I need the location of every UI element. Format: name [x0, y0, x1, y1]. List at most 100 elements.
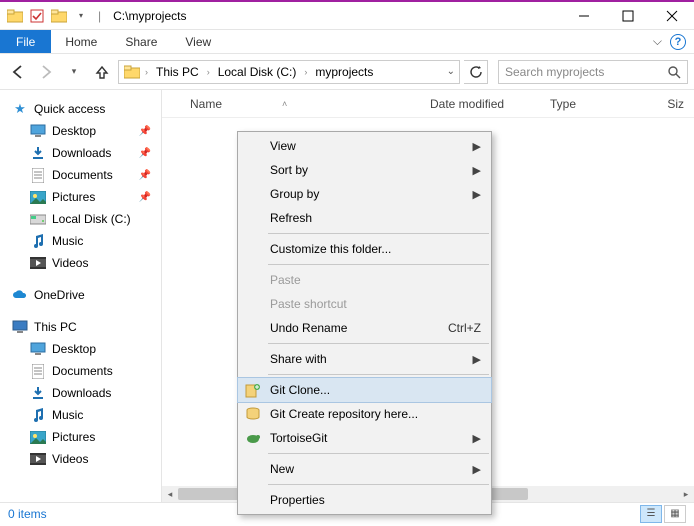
- back-button[interactable]: [6, 60, 30, 84]
- tree-label: Quick access: [34, 102, 105, 116]
- download-icon: [30, 385, 46, 401]
- ctx-label: View: [270, 139, 296, 153]
- title-separator: |: [94, 9, 105, 23]
- ctx-undo-rename[interactable]: Undo RenameCtrl+Z: [238, 316, 491, 340]
- ctx-git-create-repo[interactable]: Git Create repository here...: [238, 402, 491, 426]
- tree-label: Videos: [52, 452, 88, 466]
- file-tab[interactable]: File: [0, 30, 51, 53]
- tab-view[interactable]: View: [171, 30, 225, 53]
- column-date[interactable]: Date modified: [422, 97, 542, 111]
- submenu-arrow-icon: ▶: [473, 140, 481, 153]
- ctx-label: Refresh: [270, 211, 312, 225]
- sort-indicator-icon: ˄: [282, 99, 287, 109]
- tree-item-pictures[interactable]: Pictures📌: [8, 186, 161, 208]
- ctx-refresh[interactable]: Refresh: [238, 206, 491, 230]
- ctx-customize-folder[interactable]: Customize this folder...: [238, 237, 491, 261]
- video-icon: [30, 451, 46, 467]
- address-folder-icon: [123, 63, 141, 81]
- ctx-group-by[interactable]: Group by▶: [238, 182, 491, 206]
- ctx-properties[interactable]: Properties: [238, 488, 491, 512]
- ctx-git-clone[interactable]: Git Clone...: [238, 378, 491, 402]
- up-button[interactable]: [90, 60, 114, 84]
- shortcut-text: Ctrl+Z: [448, 321, 481, 335]
- pin-icon: 📌: [139, 148, 161, 159]
- address-dropdown-icon[interactable]: ⌄: [447, 66, 455, 77]
- refresh-button[interactable]: [464, 60, 488, 84]
- video-icon: [30, 255, 46, 271]
- disk-icon: [30, 211, 46, 227]
- ctx-label: Paste shortcut: [270, 297, 347, 311]
- tree-item-documents[interactable]: Documents📌: [8, 164, 161, 186]
- tree-item-videos[interactable]: Videos: [8, 252, 161, 274]
- ctx-label: Properties: [270, 493, 325, 507]
- qat: ▾ | C:\myprojects: [0, 9, 186, 23]
- chevron-right-icon[interactable]: ›: [302, 67, 309, 77]
- tree-item-local-disk-c-[interactable]: Local Disk (C:): [8, 208, 161, 230]
- qat-properties-icon[interactable]: [28, 9, 46, 23]
- tree-item-music[interactable]: Music: [8, 404, 161, 426]
- ctx-label: Paste: [270, 273, 301, 287]
- ctx-label: Customize this folder...: [270, 242, 391, 256]
- recent-locations-button[interactable]: ▾: [62, 60, 86, 84]
- search-icon[interactable]: [667, 65, 681, 79]
- tab-share[interactable]: Share: [111, 30, 171, 53]
- forward-button[interactable]: [34, 60, 58, 84]
- tree-quick-access[interactable]: ★ Quick access: [8, 98, 161, 120]
- scroll-left-icon[interactable]: ◂: [162, 486, 178, 502]
- address-bar[interactable]: › This PC › Local Disk (C:) › myprojects…: [118, 60, 460, 84]
- maximize-button[interactable]: [606, 2, 650, 30]
- submenu-arrow-icon: ▶: [473, 432, 481, 445]
- scroll-right-icon[interactable]: ▸: [678, 486, 694, 502]
- tree-item-music[interactable]: Music: [8, 230, 161, 252]
- tree-label: Music: [52, 408, 83, 422]
- tree-item-downloads[interactable]: Downloads📌: [8, 142, 161, 164]
- tree-label: Pictures: [52, 430, 95, 444]
- tree-item-desktop[interactable]: Desktop: [8, 338, 161, 360]
- tree-label: OneDrive: [34, 288, 85, 302]
- tree-label: Desktop: [52, 342, 96, 356]
- tree-this-pc[interactable]: This PC: [8, 316, 161, 338]
- help-icon[interactable]: ?: [670, 34, 686, 50]
- breadcrumb[interactable]: myprojects: [311, 65, 377, 79]
- column-type[interactable]: Type: [542, 97, 642, 111]
- download-icon: [30, 145, 46, 161]
- qat-dropdown-icon[interactable]: ▾: [72, 11, 90, 20]
- tree-item-videos[interactable]: Videos: [8, 448, 161, 470]
- music-icon: [30, 407, 46, 423]
- ribbon-expand-icon[interactable]: ⌵: [645, 30, 670, 53]
- tree-label: Downloads: [52, 386, 111, 400]
- tree-item-documents[interactable]: Documents: [8, 360, 161, 382]
- tree-item-downloads[interactable]: Downloads: [8, 382, 161, 404]
- tab-home[interactable]: Home: [51, 30, 111, 53]
- chevron-right-icon[interactable]: ›: [205, 67, 212, 77]
- separator: [268, 264, 489, 265]
- ctx-label: Git Create repository here...: [270, 407, 418, 421]
- pictures-icon: [30, 429, 46, 445]
- minimize-button[interactable]: [562, 2, 606, 30]
- ctx-share-with[interactable]: Share with▶: [238, 347, 491, 371]
- column-name[interactable]: Name ˄: [182, 97, 422, 111]
- chevron-right-icon[interactable]: ›: [143, 67, 150, 77]
- breadcrumb[interactable]: This PC: [152, 65, 203, 79]
- tree-onedrive[interactable]: OneDrive: [8, 284, 161, 306]
- column-size[interactable]: Siz: [642, 97, 694, 111]
- breadcrumb[interactable]: Local Disk (C:): [214, 65, 301, 79]
- ctx-label: Sort by: [270, 163, 308, 177]
- ctx-label: Share with: [270, 352, 327, 366]
- ctx-new[interactable]: New▶: [238, 457, 491, 481]
- tree-item-desktop[interactable]: Desktop📌: [8, 120, 161, 142]
- ctx-sort-by[interactable]: Sort by▶: [238, 158, 491, 182]
- tree-label: Pictures: [52, 190, 95, 204]
- title-bar: ▾ | C:\myprojects: [0, 2, 694, 30]
- close-button[interactable]: [650, 2, 694, 30]
- tree-label: Music: [52, 234, 83, 248]
- pictures-icon: [30, 189, 46, 205]
- icons-view-button[interactable]: ▦: [664, 505, 686, 523]
- qat-newfolder-icon[interactable]: [50, 9, 68, 23]
- search-input[interactable]: Search myprojects: [498, 60, 688, 84]
- tree-item-pictures[interactable]: Pictures: [8, 426, 161, 448]
- ctx-view[interactable]: View ▶: [238, 134, 491, 158]
- ctx-label: TortoiseGit: [270, 431, 327, 445]
- details-view-button[interactable]: ☰: [640, 505, 662, 523]
- ctx-tortoisegit[interactable]: TortoiseGit ▶: [238, 426, 491, 450]
